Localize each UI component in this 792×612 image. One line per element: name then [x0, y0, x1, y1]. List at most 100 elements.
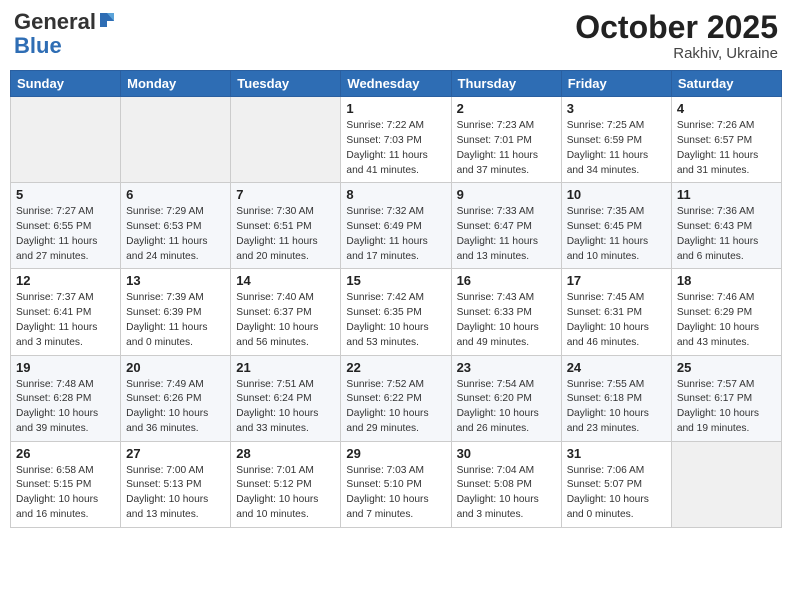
- day-info: Sunrise: 7:39 AMSunset: 6:39 PMDaylight:…: [126, 291, 225, 350]
- calendar-cell: 28 Sunrise: 7:01 AMSunset: 5:12 PMDayligh…: [231, 441, 341, 527]
- calendar-cell: 30 Sunrise: 7:04 AMSunset: 5:08 PMDayligh…: [451, 441, 561, 527]
- weekday-header-friday: Friday: [561, 71, 671, 97]
- day-info: Sunrise: 7:55 AMSunset: 6:18 PMDaylight:…: [567, 378, 666, 437]
- calendar-cell: 25 Sunrise: 7:57 AMSunset: 6:17 PMDayligh…: [671, 355, 781, 441]
- day-number: 2: [457, 101, 556, 116]
- day-number: 30: [457, 446, 556, 461]
- day-number: 11: [677, 187, 776, 202]
- calendar-cell: 20Sunrise: 7:49 AMSunset: 6:26 PMDayligh…: [121, 355, 231, 441]
- title-block: October 2025 Rakhiv, Ukraine: [575, 10, 778, 62]
- calendar-cell: [671, 441, 781, 527]
- day-info: Sunrise: 7:06 AMSunset: 5:07 PMDaylight:…: [567, 464, 666, 523]
- day-number: 16: [457, 273, 556, 288]
- calendar-cell: [121, 97, 231, 183]
- calendar-cell: 14Sunrise: 7:40 AMSunset: 6:37 PMDayligh…: [231, 269, 341, 355]
- logo-blue: Blue: [14, 33, 62, 58]
- weekday-header-saturday: Saturday: [671, 71, 781, 97]
- day-number: 15: [346, 273, 445, 288]
- weekday-header-wednesday: Wednesday: [341, 71, 451, 97]
- day-number: 18: [677, 273, 776, 288]
- day-info: Sunrise: 7:46 AMSunset: 6:29 PMDaylight:…: [677, 291, 776, 350]
- day-number: 23: [457, 360, 556, 375]
- page-header: General Blue October 2025 Rakhiv, Ukrain…: [10, 10, 782, 62]
- calendar-cell: 9 Sunrise: 7:33 AMSunset: 6:47 PMDaylight…: [451, 183, 561, 269]
- weekday-header-tuesday: Tuesday: [231, 71, 341, 97]
- calendar-cell: 11Sunrise: 7:36 AMSunset: 6:43 PMDayligh…: [671, 183, 781, 269]
- day-number: 29: [346, 446, 445, 461]
- weekday-header-row: SundayMondayTuesdayWednesdayThursdayFrid…: [11, 71, 782, 97]
- day-info: Sunrise: 7:57 AMSunset: 6:17 PMDaylight:…: [677, 378, 776, 437]
- week-row-5: 26 Sunrise: 6:58 AMSunset: 5:15 PMDayligh…: [11, 441, 782, 527]
- calendar-cell: 1 Sunrise: 7:22 AMSunset: 7:03 PMDaylight…: [341, 97, 451, 183]
- day-number: 26: [16, 446, 115, 461]
- day-info: Sunrise: 7:27 AMSunset: 6:55 PMDaylight:…: [16, 205, 115, 264]
- day-info: Sunrise: 7:32 AMSunset: 6:49 PMDaylight:…: [346, 205, 445, 264]
- day-info: Sunrise: 7:37 AMSunset: 6:41 PMDaylight:…: [16, 291, 115, 350]
- day-info: Sunrise: 7:03 AMSunset: 5:10 PMDaylight:…: [346, 464, 445, 523]
- calendar-cell: 4Sunrise: 7:26 AMSunset: 6:57 PMDaylight…: [671, 97, 781, 183]
- day-info: Sunrise: 7:00 AMSunset: 5:13 PMDaylight:…: [126, 464, 225, 523]
- calendar-table: SundayMondayTuesdayWednesdayThursdayFrid…: [10, 70, 782, 528]
- day-info: Sunrise: 7:26 AMSunset: 6:57 PMDaylight:…: [677, 119, 776, 178]
- logo-text: General Blue: [14, 10, 116, 58]
- calendar-cell: 18 Sunrise: 7:46 AMSunset: 6:29 PMDayligh…: [671, 269, 781, 355]
- day-number: 25: [677, 360, 776, 375]
- week-row-2: 5Sunrise: 7:27 AMSunset: 6:55 PMDaylight…: [11, 183, 782, 269]
- calendar-cell: 8 Sunrise: 7:32 AMSunset: 6:49 PMDaylight…: [341, 183, 451, 269]
- week-row-1: 1 Sunrise: 7:22 AMSunset: 7:03 PMDaylight…: [11, 97, 782, 183]
- calendar-cell: 7 Sunrise: 7:30 AMSunset: 6:51 PMDaylight…: [231, 183, 341, 269]
- day-number: 24: [567, 360, 666, 375]
- day-number: 8: [346, 187, 445, 202]
- calendar-cell: [11, 97, 121, 183]
- day-info: Sunrise: 7:54 AMSunset: 6:20 PMDaylight:…: [457, 378, 556, 437]
- day-info: Sunrise: 7:48 AMSunset: 6:28 PMDaylight:…: [16, 378, 115, 437]
- calendar-cell: 16 Sunrise: 7:43 AMSunset: 6:33 PMDayligh…: [451, 269, 561, 355]
- logo-general: General: [14, 9, 96, 34]
- calendar-cell: 22Sunrise: 7:52 AMSunset: 6:22 PMDayligh…: [341, 355, 451, 441]
- calendar-cell: 6 Sunrise: 7:29 AMSunset: 6:53 PMDaylight…: [121, 183, 231, 269]
- day-info: Sunrise: 7:29 AMSunset: 6:53 PMDaylight:…: [126, 205, 225, 264]
- day-info: Sunrise: 6:58 AMSunset: 5:15 PMDaylight:…: [16, 464, 115, 523]
- day-info: Sunrise: 7:01 AMSunset: 5:12 PMDaylight:…: [236, 464, 335, 523]
- day-number: 22: [346, 360, 445, 375]
- day-info: Sunrise: 7:51 AMSunset: 6:24 PMDaylight:…: [236, 378, 335, 437]
- calendar-cell: 21 Sunrise: 7:51 AMSunset: 6:24 PMDayligh…: [231, 355, 341, 441]
- day-info: Sunrise: 7:23 AMSunset: 7:01 PMDaylight:…: [457, 119, 556, 178]
- day-info: Sunrise: 7:33 AMSunset: 6:47 PMDaylight:…: [457, 205, 556, 264]
- day-info: Sunrise: 7:40 AMSunset: 6:37 PMDaylight:…: [236, 291, 335, 350]
- day-info: Sunrise: 7:42 AMSunset: 6:35 PMDaylight:…: [346, 291, 445, 350]
- day-info: Sunrise: 7:45 AMSunset: 6:31 PMDaylight:…: [567, 291, 666, 350]
- day-info: Sunrise: 7:43 AMSunset: 6:33 PMDaylight:…: [457, 291, 556, 350]
- calendar-cell: 17 Sunrise: 7:45 AMSunset: 6:31 PMDayligh…: [561, 269, 671, 355]
- calendar-cell: 12 Sunrise: 7:37 AMSunset: 6:41 PMDayligh…: [11, 269, 121, 355]
- day-info: Sunrise: 7:49 AMSunset: 6:26 PMDaylight:…: [126, 378, 225, 437]
- day-number: 12: [16, 273, 115, 288]
- day-number: 9: [457, 187, 556, 202]
- calendar-cell: 15 Sunrise: 7:42 AMSunset: 6:35 PMDayligh…: [341, 269, 451, 355]
- calendar-cell: 5Sunrise: 7:27 AMSunset: 6:55 PMDaylight…: [11, 183, 121, 269]
- weekday-header-sunday: Sunday: [11, 71, 121, 97]
- location: Rakhiv, Ukraine: [575, 45, 778, 62]
- calendar-cell: 10 Sunrise: 7:35 AMSunset: 6:45 PMDayligh…: [561, 183, 671, 269]
- week-row-4: 19 Sunrise: 7:48 AMSunset: 6:28 PMDayligh…: [11, 355, 782, 441]
- day-number: 19: [16, 360, 115, 375]
- day-info: Sunrise: 7:25 AMSunset: 6:59 PMDaylight:…: [567, 119, 666, 178]
- day-number: 28: [236, 446, 335, 461]
- day-number: 7: [236, 187, 335, 202]
- week-row-3: 12 Sunrise: 7:37 AMSunset: 6:41 PMDayligh…: [11, 269, 782, 355]
- day-number: 1: [346, 101, 445, 116]
- calendar-cell: 24 Sunrise: 7:55 AMSunset: 6:18 PMDayligh…: [561, 355, 671, 441]
- calendar-cell: 26 Sunrise: 6:58 AMSunset: 5:15 PMDayligh…: [11, 441, 121, 527]
- calendar-cell: 31Sunrise: 7:06 AMSunset: 5:07 PMDayligh…: [561, 441, 671, 527]
- day-number: 6: [126, 187, 225, 202]
- day-info: Sunrise: 7:22 AMSunset: 7:03 PMDaylight:…: [346, 119, 445, 178]
- day-info: Sunrise: 7:04 AMSunset: 5:08 PMDaylight:…: [457, 464, 556, 523]
- day-number: 10: [567, 187, 666, 202]
- day-info: Sunrise: 7:35 AMSunset: 6:45 PMDaylight:…: [567, 205, 666, 264]
- logo: General Blue: [14, 10, 116, 58]
- calendar-cell: 19 Sunrise: 7:48 AMSunset: 6:28 PMDayligh…: [11, 355, 121, 441]
- day-info: Sunrise: 7:30 AMSunset: 6:51 PMDaylight:…: [236, 205, 335, 264]
- day-number: 21: [236, 360, 335, 375]
- day-number: 17: [567, 273, 666, 288]
- day-number: 13: [126, 273, 225, 288]
